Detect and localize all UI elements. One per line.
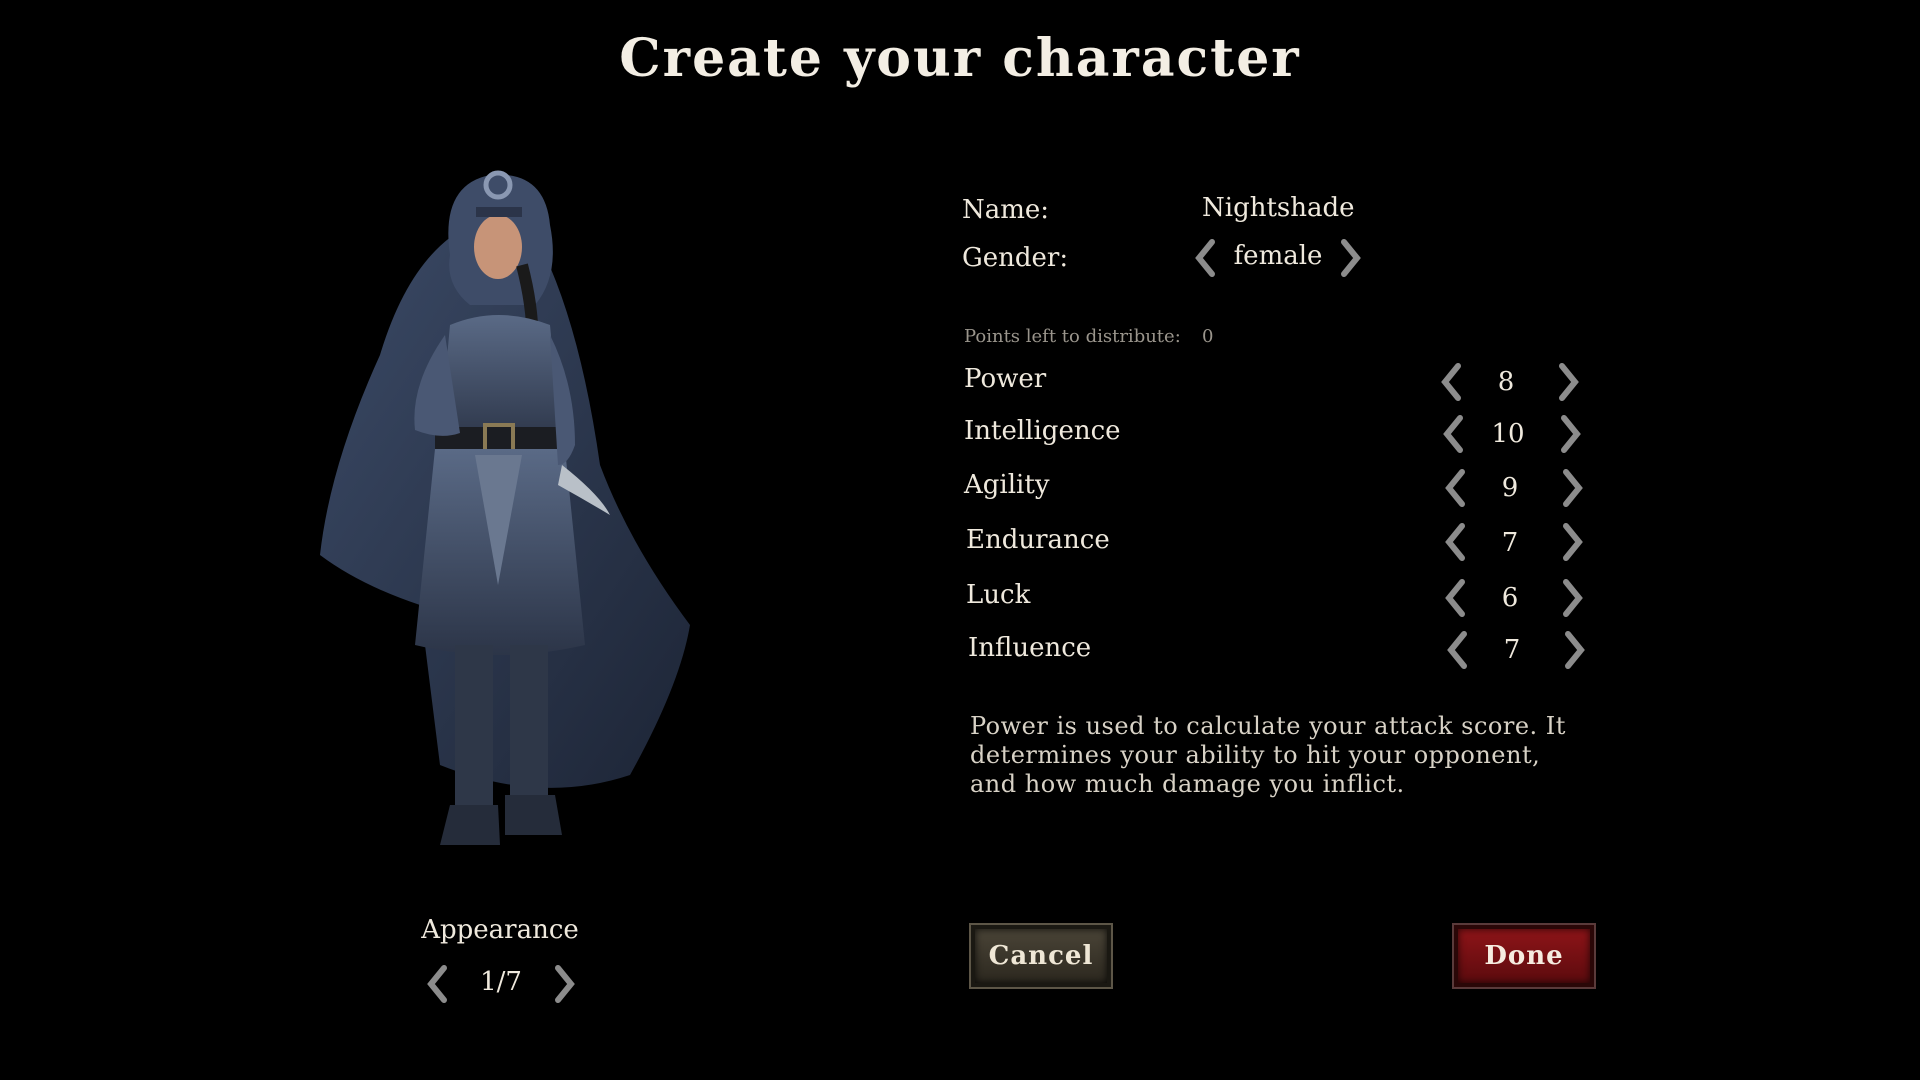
chevron-right-icon xyxy=(1563,523,1583,561)
stat-power-decrease-button[interactable] xyxy=(1434,362,1468,402)
chevron-left-icon xyxy=(1445,523,1465,561)
chevron-right-icon xyxy=(1563,469,1583,507)
points-left-value: 0 xyxy=(1202,326,1214,347)
stat-endurance-decrease-button[interactable] xyxy=(1438,522,1472,562)
stat-label-power: Power xyxy=(964,364,1047,394)
stat-value-intelligence: 10 xyxy=(1491,419,1525,449)
chevron-right-icon xyxy=(1563,579,1583,617)
stat-agility-increase-button[interactable] xyxy=(1556,468,1590,508)
stat-value-luck: 6 xyxy=(1501,583,1519,613)
chevron-left-icon xyxy=(1445,469,1465,507)
stat-luck-increase-button[interactable] xyxy=(1556,578,1590,618)
done-button[interactable]: Done xyxy=(1452,923,1596,989)
cancel-button[interactable]: Cancel xyxy=(969,923,1113,989)
stat-label-intelligence: Intelligence xyxy=(964,416,1121,446)
chevron-left-icon xyxy=(1441,363,1461,401)
stat-power-increase-button[interactable] xyxy=(1552,362,1586,402)
appearance-label: Appearance xyxy=(421,915,579,945)
chevron-left-icon xyxy=(1445,579,1465,617)
gender-label: Gender: xyxy=(962,243,1069,273)
chevron-right-icon xyxy=(1341,239,1361,277)
stat-influence-increase-button[interactable] xyxy=(1558,630,1592,670)
stat-value-power: 8 xyxy=(1497,367,1515,397)
points-left-label: Points left to distribute: xyxy=(964,326,1181,347)
chevron-right-icon xyxy=(1559,363,1579,401)
appearance-prev-button[interactable] xyxy=(420,964,454,1004)
gender-prev-button[interactable] xyxy=(1188,238,1222,278)
chevron-right-icon xyxy=(1561,415,1581,453)
gender-next-button[interactable] xyxy=(1334,238,1368,278)
stat-label-influence: Influence xyxy=(968,633,1092,663)
stat-endurance-increase-button[interactable] xyxy=(1556,522,1590,562)
chevron-left-icon xyxy=(1443,415,1463,453)
name-label: Name: xyxy=(962,195,1050,225)
stat-luck-decrease-button[interactable] xyxy=(1438,578,1472,618)
chevron-right-icon xyxy=(555,965,575,1003)
stat-label-endurance: Endurance xyxy=(966,525,1110,555)
stat-influence-decrease-button[interactable] xyxy=(1440,630,1474,670)
stat-value-agility: 9 xyxy=(1501,473,1519,503)
chevron-left-icon xyxy=(1195,239,1215,277)
stat-intelligence-increase-button[interactable] xyxy=(1554,414,1588,454)
character-portrait xyxy=(320,170,690,845)
gender-value: female xyxy=(1233,241,1323,271)
stat-intelligence-decrease-button[interactable] xyxy=(1436,414,1470,454)
chevron-left-icon xyxy=(427,965,447,1003)
page-title: Create your character xyxy=(619,28,1301,89)
stat-label-agility: Agility xyxy=(964,470,1050,500)
stat-value-endurance: 7 xyxy=(1501,528,1519,558)
stat-label-luck: Luck xyxy=(966,580,1031,610)
stat-agility-decrease-button[interactable] xyxy=(1438,468,1472,508)
chevron-right-icon xyxy=(1565,631,1585,669)
chevron-left-icon xyxy=(1447,631,1467,669)
name-value[interactable]: Nightshade xyxy=(1202,193,1355,223)
appearance-next-button[interactable] xyxy=(548,964,582,1004)
stat-description: Power is used to calculate your attack s… xyxy=(970,712,1566,798)
appearance-value: 1/7 xyxy=(480,967,522,997)
stat-value-influence: 7 xyxy=(1503,635,1521,665)
